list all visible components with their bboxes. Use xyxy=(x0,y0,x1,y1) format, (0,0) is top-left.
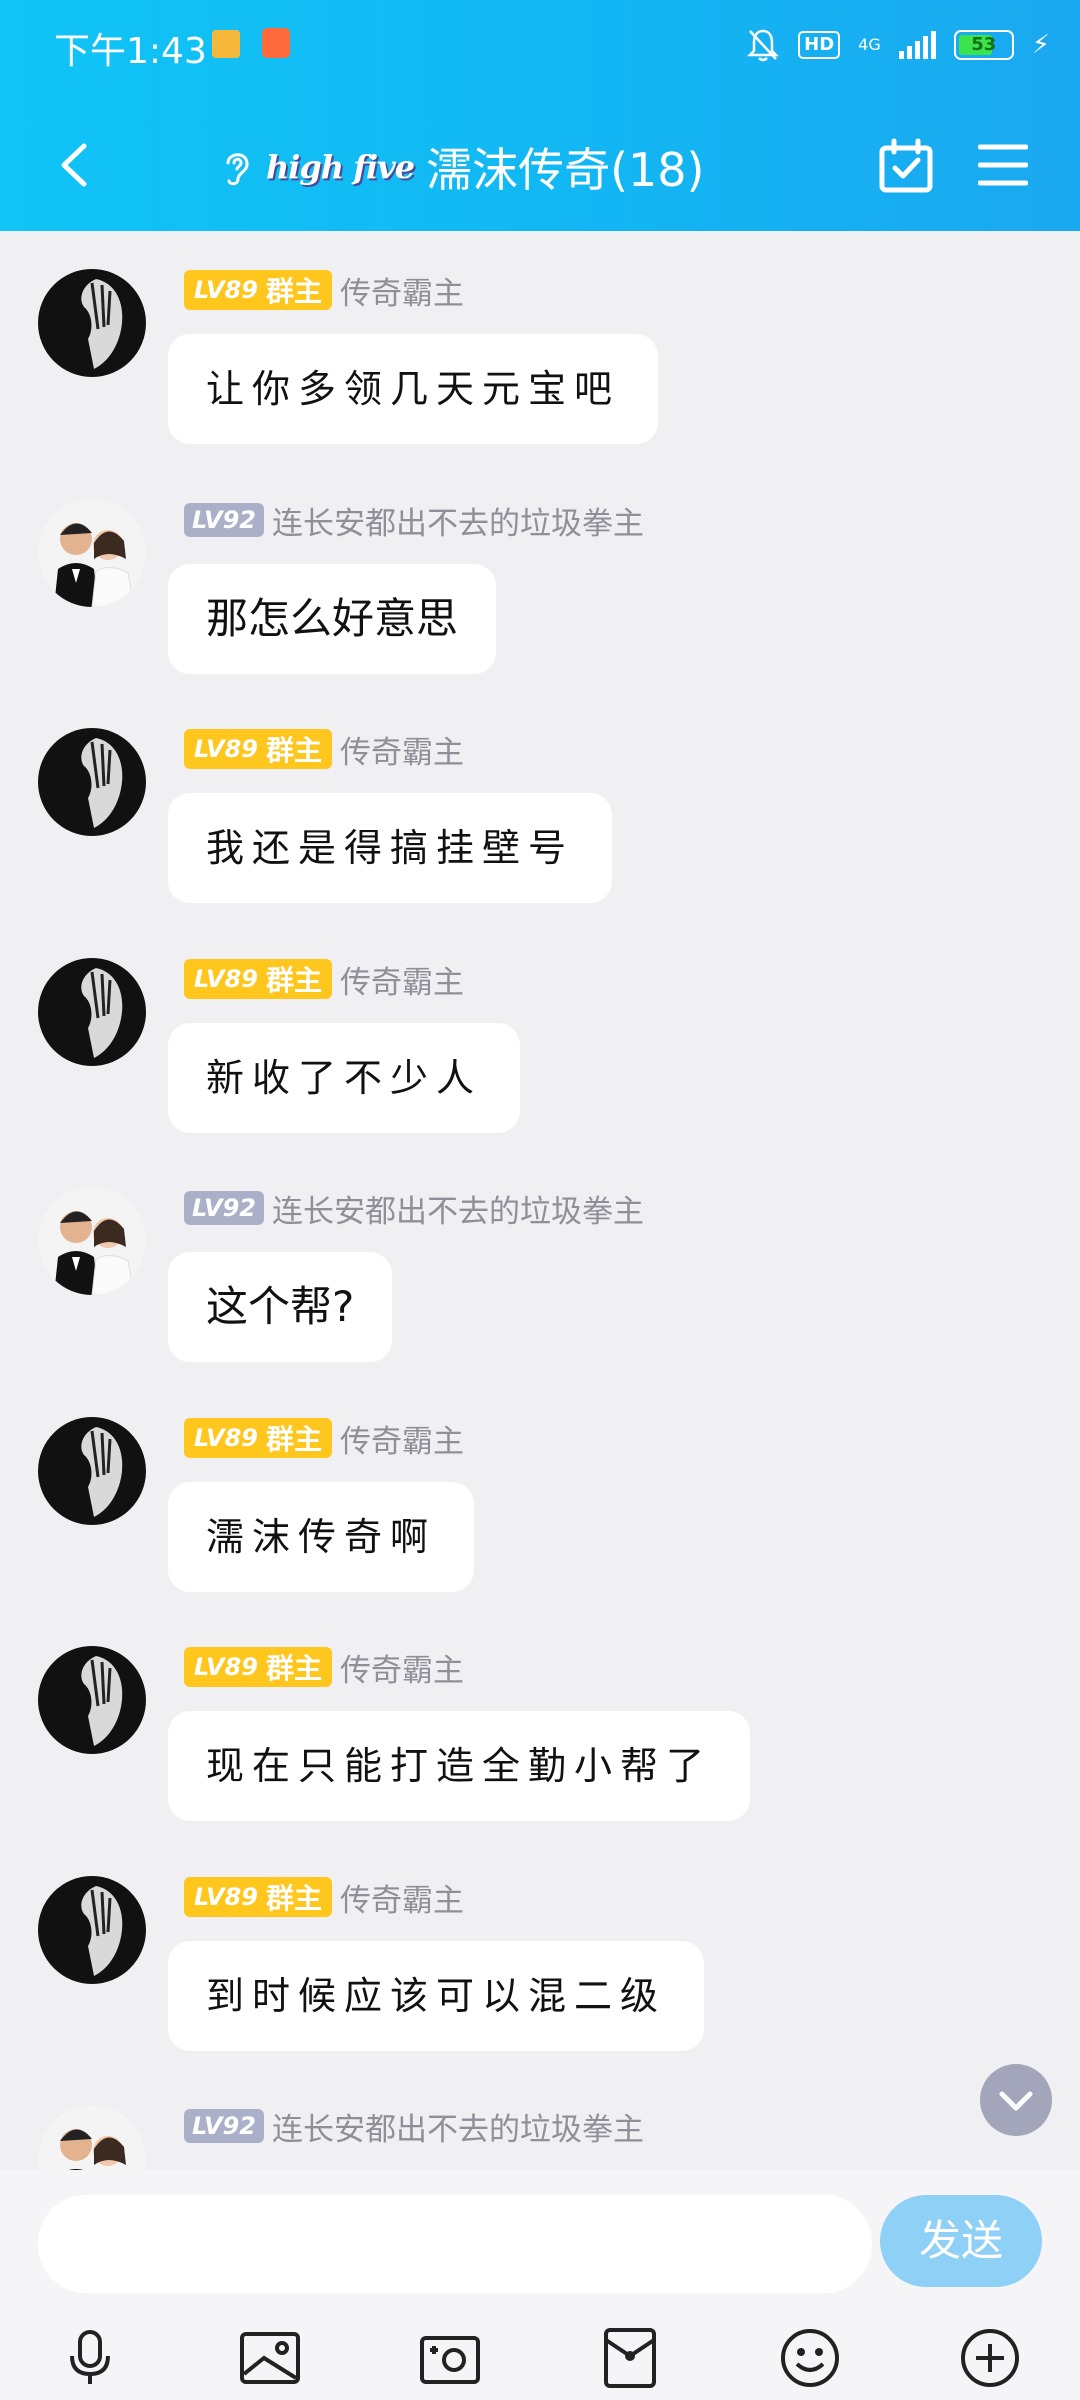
message-meta: LV92 连长安都出不去的垃圾拳主 xyxy=(184,1186,644,1231)
chat-message: LV89 群主 传奇霸主现在只能打造全勤小帮了 xyxy=(0,1608,1080,1838)
level-label: LV89 xyxy=(194,276,258,304)
emoji-icon[interactable] xyxy=(778,2326,842,2390)
charging-icon: ⚡ xyxy=(1031,30,1050,60)
sender-name[interactable]: 连长安都出不去的垃圾拳主 xyxy=(272,1186,644,1231)
message-meta: LV89 群主 传奇霸主 xyxy=(184,1416,464,1461)
sender-name[interactable]: 传奇霸主 xyxy=(340,957,464,1002)
sender-name[interactable]: 连长安都出不去的垃圾拳主 xyxy=(272,498,644,543)
role-label: 群主 xyxy=(265,964,322,997)
notification-note-icon xyxy=(212,30,240,58)
avatar[interactable] xyxy=(38,269,146,377)
message-bubble[interactable]: 现在只能打造全勤小帮了 xyxy=(168,1711,751,1821)
title-bar: high five 濡沫传奇(18) xyxy=(0,100,1080,230)
camera-icon[interactable] xyxy=(418,2326,482,2390)
network-label: 4G xyxy=(858,35,881,54)
avatar[interactable] xyxy=(38,2105,146,2171)
message-bubble[interactable]: 这个帮? xyxy=(168,1252,393,1362)
chevron-down-icon xyxy=(999,2091,1033,2111)
title-group[interactable]: high five 濡沫传奇(18) xyxy=(220,140,705,197)
level-badge: LV92 xyxy=(184,2109,264,2143)
high-five-logo: high five xyxy=(266,148,415,186)
level-label: LV89 xyxy=(194,1424,258,1452)
role-label: 群主 xyxy=(265,1882,322,1915)
avatar[interactable] xyxy=(38,499,146,607)
owner-badge: LV89 群主 xyxy=(184,729,332,769)
avatar[interactable] xyxy=(38,958,146,1066)
message-input[interactable] xyxy=(38,2195,872,2293)
signal-icon xyxy=(898,31,936,59)
avatar[interactable] xyxy=(38,1876,146,1984)
sender-name[interactable]: 传奇霸主 xyxy=(340,268,464,313)
sender-name[interactable]: 传奇霸主 xyxy=(340,1416,464,1461)
page-title: 濡沫传奇(18) xyxy=(426,143,705,197)
message-bubble[interactable]: 濡沫传奇啊 xyxy=(168,1482,475,1592)
message-meta: LV89 群主 传奇霸主 xyxy=(184,1875,464,1920)
message-bubble[interactable]: 让你多领几天元宝吧 xyxy=(168,334,659,444)
input-bar: 发送 xyxy=(0,2170,1080,2400)
chat-message: LV89 群主 传奇霸主让你多领几天元宝吧 xyxy=(0,231,1080,461)
owner-badge: LV89 群主 xyxy=(184,1418,332,1458)
role-label: 群主 xyxy=(265,275,322,308)
status-time: 下午1:43 xyxy=(54,31,207,72)
owner-badge: LV89 群主 xyxy=(184,270,332,310)
sender-name[interactable]: 传奇霸主 xyxy=(340,727,464,772)
chat-message: LV92 连长安都出不去的垃圾拳主这个帮? xyxy=(0,1149,1080,1379)
chat-message: LV89 群主 传奇霸主新收了不少人 xyxy=(0,920,1080,1150)
scroll-to-bottom-button[interactable] xyxy=(980,2064,1052,2136)
red-packet-icon[interactable] xyxy=(598,2326,662,2390)
message-meta: LV92 连长安都出不去的垃圾拳主 xyxy=(184,2104,644,2149)
chat-message-list[interactable]: LV89 群主 传奇霸主 让你多领几天元宝吧 LV92 连长安都出不去的垃圾拳主 那怎么好意… xyxy=(0,231,1080,2171)
message-meta: LV92 连长安都出不去的垃圾拳主 xyxy=(184,498,644,543)
send-button[interactable]: 发送 xyxy=(880,2195,1042,2287)
back-icon[interactable] xyxy=(54,140,94,190)
microphone-icon[interactable] xyxy=(58,2326,122,2390)
level-badge: LV92 xyxy=(184,1191,264,1225)
input-toolbar xyxy=(0,2318,1080,2398)
level-label: LV89 xyxy=(194,965,258,993)
image-icon[interactable] xyxy=(238,2326,302,2390)
notification-shop-icon xyxy=(262,28,290,58)
sender-name[interactable]: 连长安都出不去的垃圾拳主 xyxy=(272,2104,644,2149)
level-label: LV89 xyxy=(194,1653,258,1681)
chat-message: LV92 连长安都出不去的垃圾拳主那怎么好意思 xyxy=(0,461,1080,691)
message-bubble[interactable]: 那怎么好意思 xyxy=(168,564,497,674)
message-bubble[interactable]: 到时候应该可以混二级 xyxy=(168,1941,705,2051)
calendar-check-icon[interactable] xyxy=(878,138,934,194)
avatar[interactable] xyxy=(38,1646,146,1754)
battery-level: 53 xyxy=(971,34,997,55)
message-meta: LV89 群主 传奇霸主 xyxy=(184,268,464,313)
status-bar: 下午1:43 HD 4G 53 ⚡ xyxy=(0,0,1080,90)
avatar[interactable] xyxy=(38,728,146,836)
owner-badge: LV89 群主 xyxy=(184,959,332,999)
owner-badge: LV89 群主 xyxy=(184,1647,332,1687)
level-label: LV89 xyxy=(194,1883,258,1911)
message-bubble[interactable]: 新收了不少人 xyxy=(168,1023,521,1133)
message-meta: LV89 群主 传奇霸主 xyxy=(184,1645,464,1690)
hd-icon: HD xyxy=(798,31,841,59)
chat-message: LV89 群主 传奇霸主濡沫传奇啊 xyxy=(0,1379,1080,1609)
avatar[interactable] xyxy=(38,1187,146,1295)
status-icons: HD 4G 53 ⚡ xyxy=(746,22,1050,68)
header: 下午1:43 HD 4G 53 ⚡ high five 濡沫传奇(18) xyxy=(0,0,1080,231)
menu-icon[interactable] xyxy=(978,142,1028,188)
plus-icon[interactable] xyxy=(958,2326,1022,2390)
chat-message: LV92 连长安都出不去的垃圾拳主 xyxy=(0,2067,1080,2171)
level-badge: LV92 xyxy=(184,503,264,537)
sender-name[interactable]: 传奇霸主 xyxy=(340,1645,464,1690)
message-bubble[interactable]: 我还是得搞挂壁号 xyxy=(168,793,613,903)
chat-message: LV89 群主 传奇霸主到时候应该可以混二级 xyxy=(0,1838,1080,2068)
level-label: LV89 xyxy=(194,735,258,763)
role-label: 群主 xyxy=(265,734,322,767)
sender-name[interactable]: 传奇霸主 xyxy=(340,1875,464,1920)
owner-badge: LV89 群主 xyxy=(184,1877,332,1917)
role-label: 群主 xyxy=(265,1423,322,1456)
avatar[interactable] xyxy=(38,1417,146,1525)
chat-message: LV89 群主 传奇霸主我还是得搞挂壁号 xyxy=(0,690,1080,920)
message-meta: LV89 群主 传奇霸主 xyxy=(184,727,464,772)
role-label: 群主 xyxy=(265,1652,322,1685)
message-meta: LV89 群主 传奇霸主 xyxy=(184,957,464,1002)
bell-muted-icon xyxy=(747,29,780,62)
battery-icon: 53 xyxy=(953,30,1014,60)
ear-icon xyxy=(226,153,249,186)
